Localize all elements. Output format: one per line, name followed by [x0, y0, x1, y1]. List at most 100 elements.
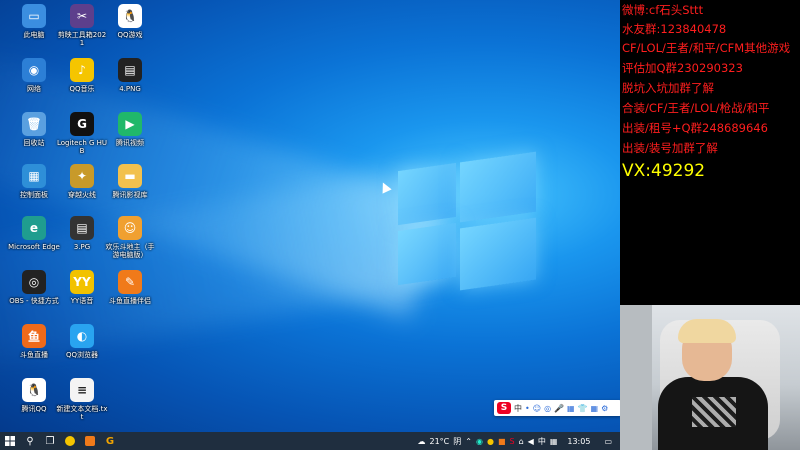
- ime-mode-indicator[interactable]: 中: [538, 436, 546, 447]
- tray-chevron-icon[interactable]: ⌃: [465, 437, 472, 446]
- ime-keyboard-icon[interactable]: ▦: [567, 404, 575, 413]
- desktop-icon-label: 新建文本文档.txt: [56, 405, 108, 421]
- weather-temperature[interactable]: 21°C: [430, 437, 450, 446]
- doudizhu-icon: ☺: [118, 216, 142, 240]
- crossfire-icon: ✦: [70, 164, 94, 188]
- qq-icon: 🐧: [22, 378, 46, 402]
- desktop-icon-label: 3.PG: [73, 243, 91, 251]
- taskbar-app-douyu-companion[interactable]: [80, 432, 100, 450]
- ime-punctuation-icon[interactable]: •: [525, 404, 530, 413]
- weather-condition[interactable]: 阴: [453, 436, 461, 447]
- info-line: 评估加Q群230290323: [622, 61, 743, 75]
- desktop-icon-label: 回收站: [23, 139, 45, 147]
- ime-skin-icon[interactable]: 👕: [578, 404, 588, 413]
- info-line: 微博:cf石头Sttt: [622, 3, 704, 17]
- desktop-icon[interactable]: ✎ 斗鱼直播伴侣: [104, 270, 156, 305]
- tray-app-icon[interactable]: ●: [487, 437, 494, 446]
- ime-mode-indicator[interactable]: 中: [514, 403, 522, 414]
- streamer-hair: [678, 319, 736, 343]
- search-icon: ⚲: [26, 435, 34, 447]
- info-line: 脱坑入坑加群了解: [622, 81, 714, 95]
- desktop-icon[interactable]: 🐧 QQ游戏: [104, 4, 156, 39]
- logitech-icon: G: [105, 435, 115, 447]
- yy-icon: YY: [70, 270, 94, 294]
- search-button[interactable]: ⚲: [20, 432, 40, 450]
- computer-icon: ▭: [22, 4, 46, 28]
- desktop-icon[interactable]: ✂ 剪映工具箱2021: [56, 4, 108, 47]
- desktop-icon[interactable]: ◐ QQ浏览器: [56, 324, 108, 359]
- desktop-icon[interactable]: 🐧 腾讯QQ: [8, 378, 60, 413]
- desktop-icon[interactable]: ♪ QQ音乐: [56, 58, 108, 93]
- desktop-icon-label: 控制面板: [20, 191, 48, 199]
- douyu-companion-icon: [85, 436, 95, 446]
- desktop-icon[interactable]: G Logitech G HUB: [56, 112, 108, 155]
- qq-browser-icon: ◐: [70, 324, 94, 348]
- douyu-companion-icon: ✎: [118, 270, 142, 294]
- desktop[interactable]: ▭ 此电脑 ✂ 剪映工具箱2021 🐧 QQ游戏 ◉ 网络 ♪ QQ音乐 ▤ 4.PNG 🗑 回收站 G Lo…: [0, 0, 620, 432]
- taskbar-app-qq-music[interactable]: [60, 432, 80, 450]
- desktop-icon[interactable]: YY YY语音: [56, 270, 108, 305]
- logitech-icon: G: [70, 112, 94, 136]
- image-file-icon: ▤: [70, 216, 94, 240]
- douyu-icon: 鱼: [22, 324, 46, 348]
- desktop-icon[interactable]: ☺ 欢乐斗地主（手游电脑版）: [104, 216, 156, 259]
- desktop-icon-label: Microsoft Edge: [8, 243, 60, 251]
- qq-game-icon: 🐧: [118, 4, 142, 28]
- desktop-icon[interactable]: ▤ 3.PG: [56, 216, 108, 251]
- task-view-button[interactable]: ❐: [40, 432, 60, 450]
- taskbar: ⚲ ❐ G ☁ 21°C 阴 ⌃ ◉ ● ■ S ⌂ ◀ 中 ▦ 13:05 ▭: [0, 432, 620, 450]
- background-door: [620, 305, 652, 450]
- notification-icon[interactable]: ▭: [604, 437, 612, 446]
- sogou-logo-icon[interactable]: S: [497, 402, 511, 414]
- desktop-icon-label: 4.PNG: [119, 85, 141, 93]
- desktop-icon-label: 斗鱼直播: [20, 351, 48, 359]
- info-line: 出装/装号加群了解: [622, 141, 718, 155]
- desktop-icon[interactable]: ▶ 腾讯视频: [104, 112, 156, 147]
- stream-info-panel: 微博:cf石头Sttt 水友群:123840478 CF/LOL/王者/和平/C…: [620, 0, 800, 305]
- volume-icon[interactable]: ◀: [528, 437, 534, 446]
- desktop-icon-label: 剪映工具箱2021: [57, 31, 107, 47]
- info-line: 合装/CF/王者/LOL/枪战/和平: [622, 101, 770, 115]
- task-view-icon: ❐: [45, 435, 55, 447]
- desktop-icon[interactable]: ◉ 网络: [8, 58, 60, 93]
- folder-icon: ▬: [118, 164, 142, 188]
- ime-toolbox-icon[interactable]: ▦: [591, 404, 599, 413]
- desktop-icon[interactable]: ≡ 新建文本文档.txt: [56, 378, 108, 421]
- desktop-icon-label: 欢乐斗地主（手游电脑版）: [105, 243, 155, 259]
- desktop-icon-label: QQ音乐: [69, 85, 95, 93]
- tray-app-icon[interactable]: ◉: [476, 437, 483, 446]
- desktop-icon-label: OBS - 快捷方式: [9, 297, 59, 305]
- desktop-icon-label: 此电脑: [23, 31, 45, 39]
- tray-app-icon[interactable]: ■: [498, 437, 506, 446]
- tray-app-icon[interactable]: S: [510, 437, 515, 446]
- desktop-icon[interactable]: ✦ 穿越火线: [56, 164, 108, 199]
- text-file-icon: ≡: [70, 378, 94, 402]
- desktop-icon-label: 腾讯视频: [116, 139, 144, 147]
- desktop-icon[interactable]: 鱼斗鱼直播: [8, 324, 60, 359]
- system-tray: ☁ 21°C 阴 ⌃ ◉ ● ■ S ⌂ ◀ 中 ▦ 13:05 ▭: [418, 436, 621, 447]
- taskbar-app-logitech[interactable]: G: [100, 432, 120, 450]
- image-file-icon: ▤: [118, 58, 142, 82]
- ime-settings-circle-icon[interactable]: ◎: [544, 404, 551, 413]
- tray-app-icon[interactable]: ▦: [550, 437, 558, 446]
- desktop-icon[interactable]: e Microsoft Edge: [8, 216, 60, 251]
- network-icon: ◉: [22, 58, 46, 82]
- desktop-icon[interactable]: ▤ 4.PNG: [104, 58, 156, 93]
- desktop-icon[interactable]: ◎ OBS - 快捷方式: [8, 270, 60, 305]
- ime-voice-icon[interactable]: 🎤: [554, 404, 564, 413]
- qq-music-icon: [65, 436, 75, 446]
- info-line: 出装/租号+Q群248689646: [622, 121, 768, 135]
- windows-wallpaper-logo: [398, 151, 536, 291]
- ime-more-icon[interactable]: ⚙: [601, 404, 608, 413]
- desktop-icon-label: 穿越火线: [68, 191, 96, 199]
- network-icon[interactable]: ⌂: [519, 437, 524, 446]
- webcam-feed: [620, 305, 800, 450]
- ime-toolbar[interactable]: S 中 • ☺ ◎ 🎤 ▦ 👕 ▦ ⚙: [494, 400, 620, 416]
- desktop-icon[interactable]: ▬ 腾讯影视库: [104, 164, 156, 199]
- start-button[interactable]: [0, 432, 20, 450]
- clock[interactable]: 13:05: [567, 437, 590, 446]
- desktop-icon[interactable]: 🗑 回收站: [8, 112, 60, 147]
- desktop-icon[interactable]: ▦ 控制面板: [8, 164, 60, 199]
- ime-emoji-icon[interactable]: ☺: [533, 404, 541, 413]
- desktop-icon[interactable]: ▭ 此电脑: [8, 4, 60, 39]
